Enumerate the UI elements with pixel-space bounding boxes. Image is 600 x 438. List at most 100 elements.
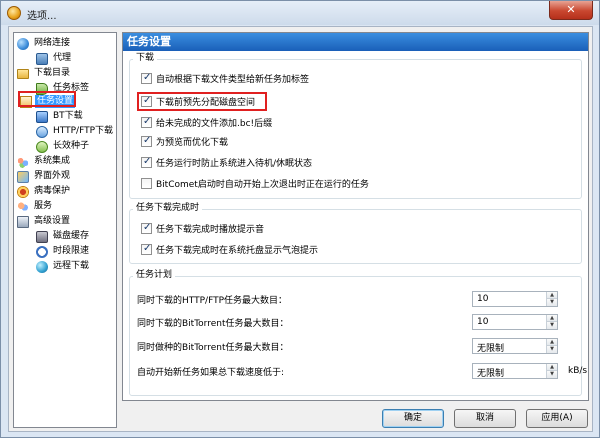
tree-item-remote-download[interactable]: 远程下载 <box>36 259 91 274</box>
checkbox[interactable] <box>141 222 152 234</box>
tree-item-label: 远程下载 <box>53 261 90 271</box>
options-window: 选项... ✕ 网络连接 代理 下载目录 任务标签 任务设置 BT下载 HTTP… <box>0 0 600 438</box>
spin-down-icon[interactable]: ▼ <box>547 371 557 378</box>
appearance-icon <box>17 170 29 183</box>
tree-item-label: 病毒保护 <box>34 186 71 196</box>
advanced-icon <box>17 215 29 228</box>
tree-item-label: 磁盘缓存 <box>53 231 90 241</box>
option-play-sound[interactable]: 任务下载完成时播放提示音 <box>141 221 264 235</box>
title-bar[interactable]: 选项... ✕ <box>1 1 599 25</box>
close-icon: ✕ <box>566 3 576 16</box>
folder-icon <box>17 69 29 79</box>
option-label: 为预览而优化下载 <box>156 137 229 148</box>
tree-item-disk-cache[interactable]: 磁盘缓存 <box>36 229 91 244</box>
speed-unit: kB/s <box>568 366 588 376</box>
spin-buttons: ▲ ▼ <box>546 364 557 378</box>
option-label: BitComet启动时自动开始上次退出时正在运行的任务 <box>156 179 369 190</box>
tree-item-virus-protection[interactable]: 病毒保护 <box>17 184 72 199</box>
tree-item-proxy[interactable]: 代理 <box>36 51 73 66</box>
spin-buttons: ▲ ▼ <box>546 315 557 329</box>
tree-item-label: 下载目录 <box>34 68 71 78</box>
option-label: 给未完成的文件添加.bc!后缀 <box>156 118 273 129</box>
max-bt-seed-stepper[interactable]: 无限制 ▲ ▼ <box>472 338 558 354</box>
option-auto-resume[interactable]: BitComet启动时自动开始上次退出时正在运行的任务 <box>141 176 369 190</box>
tree-item-bt-download[interactable]: BT下载 <box>36 109 85 124</box>
option-preview-optimize[interactable]: 为预览而优化下载 <box>141 134 228 148</box>
option-label: 任务下载完成时播放提示音 <box>156 224 265 235</box>
option-auto-tag[interactable]: 自动根据下载文件类型给新任务加标签 <box>141 71 309 85</box>
tree-item-long-seed[interactable]: 长效种子 <box>36 139 91 154</box>
tree-item-label: 服务 <box>34 201 53 211</box>
max-bt-download-stepper[interactable]: 10 ▲ ▼ <box>472 314 558 330</box>
time-limit-icon <box>36 245 48 258</box>
disk-cache-icon <box>36 230 48 243</box>
checkbox[interactable] <box>141 72 152 84</box>
tree-item-appearance[interactable]: 界面外观 <box>17 169 72 184</box>
schedule-group-title: 任务计划 <box>133 270 176 281</box>
spin-down-icon[interactable]: ▼ <box>547 299 557 306</box>
option-label: 任务运行时防止系统进入待机/休眠状态 <box>156 158 313 169</box>
remote-download-icon <box>36 260 48 273</box>
spin-up-icon[interactable]: ▲ <box>547 339 557 346</box>
checkbox[interactable] <box>141 156 152 168</box>
tree-item-label: 界面外观 <box>34 171 71 181</box>
tree-item-label: 高级设置 <box>34 216 71 226</box>
tree-item-label: 时段限速 <box>53 246 90 256</box>
spin-up-icon[interactable]: ▲ <box>547 315 557 322</box>
checkbox[interactable] <box>141 116 152 128</box>
spin-up-icon[interactable]: ▲ <box>547 292 557 299</box>
complete-group-title: 任务下载完成时 <box>133 203 203 214</box>
tree-item-time-limit[interactable]: 时段限速 <box>36 244 91 259</box>
auto-start-speed-stepper[interactable]: 无限制 ▲ ▼ <box>472 363 558 379</box>
spin-value: 10 <box>477 294 489 304</box>
tree-item-label: 长效种子 <box>53 141 90 151</box>
checkbox[interactable] <box>141 135 152 147</box>
tree-item-service[interactable]: 服务 <box>17 199 54 214</box>
ok-button[interactable]: 确定 <box>382 409 444 428</box>
checkbox[interactable] <box>141 177 152 189</box>
close-button[interactable]: ✕ <box>549 1 593 20</box>
cancel-button[interactable]: 取消 <box>454 409 516 428</box>
dialog-client: 网络连接 代理 下载目录 任务标签 任务设置 BT下载 HTTP/FTP下载 长… <box>8 26 593 432</box>
tree-item-advanced[interactable]: 高级设置 <box>17 214 72 229</box>
tree-item-label: BT下载 <box>53 111 83 121</box>
max-http-ftp-stepper[interactable]: 10 ▲ ▼ <box>472 291 558 307</box>
http-ftp-icon <box>36 125 48 138</box>
option-tray-balloon[interactable]: 任务下载完成时在系统托盘显示气泡提示 <box>141 242 318 256</box>
tree-item-integration[interactable]: 系统集成 <box>17 154 72 169</box>
spin-down-icon[interactable]: ▼ <box>547 322 557 329</box>
spin-value: 无限制 <box>477 369 505 379</box>
option-label: 任务下载完成时在系统托盘显示气泡提示 <box>156 245 319 256</box>
max-bt-download-label: 同时下载的BitTorrent任务最大数目： <box>137 319 289 329</box>
globe-icon <box>17 37 29 50</box>
option-label: 自动根据下载文件类型给新任务加标签 <box>156 74 310 85</box>
bt-download-icon <box>36 110 48 123</box>
service-icon <box>17 200 29 213</box>
option-bc-suffix[interactable]: 给未完成的文件添加.bc!后缀 <box>141 115 272 129</box>
spin-up-icon[interactable]: ▲ <box>547 364 557 371</box>
preallocate-highlight-box <box>137 92 267 111</box>
tree-item-download-dir[interactable]: 下载目录 <box>17 66 72 81</box>
tree-item-label: HTTP/FTP下载 <box>53 126 114 136</box>
max-http-ftp-label: 同时下载的HTTP/FTP任务最大数目： <box>137 296 288 306</box>
spin-buttons: ▲ ▼ <box>546 292 557 306</box>
window-title: 选项... <box>27 11 57 22</box>
app-icon <box>7 6 21 20</box>
virus-protection-icon <box>17 185 29 198</box>
checkbox[interactable] <box>141 243 152 255</box>
panel-header: 任务设置 <box>123 33 588 51</box>
seed-icon <box>36 140 48 153</box>
option-prevent-sleep[interactable]: 任务运行时防止系统进入待机/休眠状态 <box>141 155 312 169</box>
spin-down-icon[interactable]: ▼ <box>547 346 557 353</box>
integration-icon <box>17 155 29 168</box>
tree-item-http-ftp[interactable]: HTTP/FTP下载 <box>36 124 115 139</box>
tree-item-network[interactable]: 网络连接 <box>17 36 72 51</box>
apply-button[interactable]: 应用(A) <box>526 409 588 428</box>
spin-buttons: ▲ ▼ <box>546 339 557 353</box>
tree-item-label: 网络连接 <box>34 38 71 48</box>
settings-tree[interactable]: 网络连接 代理 下载目录 任务标签 任务设置 BT下载 HTTP/FTP下载 长… <box>13 32 117 428</box>
auto-start-speed-label: 自动开始新任务如果总下载速度低于: <box>137 368 285 378</box>
tree-highlight-box <box>18 91 76 107</box>
proxy-icon <box>36 52 48 65</box>
tree-item-label: 代理 <box>53 53 72 63</box>
